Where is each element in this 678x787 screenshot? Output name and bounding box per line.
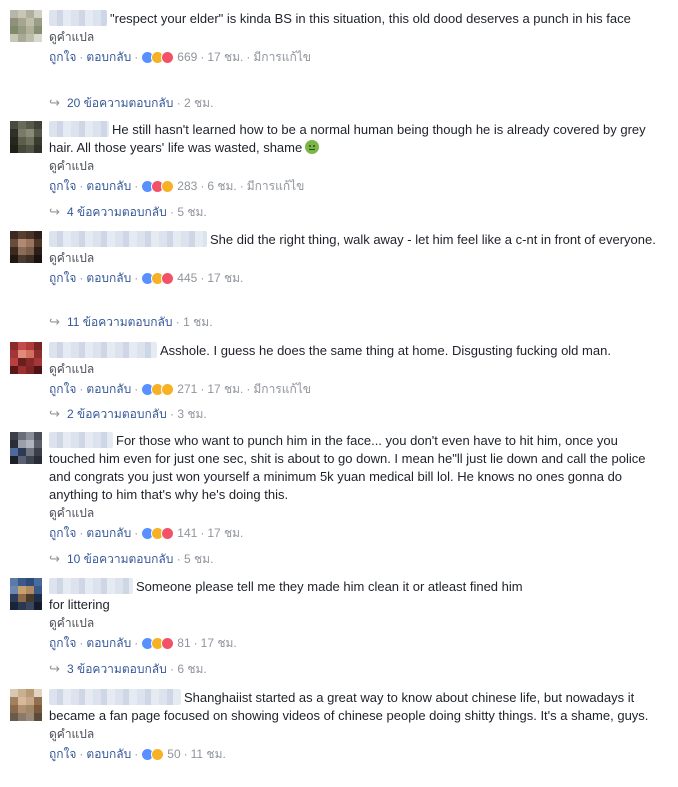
- commenter-name[interactable]: [49, 121, 109, 137]
- edited-label[interactable]: มีการแก้ไข: [253, 382, 311, 396]
- reply-link[interactable]: ตอบกลับ: [86, 50, 131, 64]
- reply-arrow-icon: ↪: [49, 204, 60, 219]
- reactions[interactable]: [141, 527, 175, 541]
- reply-link[interactable]: ตอบกลับ: [86, 179, 131, 193]
- sad-reaction-icon: [161, 180, 175, 193]
- reply-arrow-icon: ↪: [49, 95, 60, 110]
- like-link[interactable]: ถูกใจ: [49, 50, 76, 64]
- avatar[interactable]: [10, 578, 42, 610]
- reactions[interactable]: [141, 383, 175, 397]
- see-translation-link[interactable]: ดูคำแปล: [49, 158, 664, 175]
- see-translation-link[interactable]: ดูคำแปล: [49, 615, 664, 632]
- commenter-name[interactable]: [49, 578, 133, 594]
- timestamp[interactable]: 6 ชม.: [207, 179, 236, 193]
- edited-label[interactable]: มีการแก้ไข: [247, 179, 305, 193]
- reactions[interactable]: [141, 748, 165, 762]
- like-link[interactable]: ถูกใจ: [49, 526, 76, 540]
- wow-reaction-icon: [161, 383, 175, 396]
- commenter-name[interactable]: [49, 689, 181, 705]
- reply-arrow-icon: ↪: [49, 406, 60, 421]
- edited-label[interactable]: มีการแก้ไข: [253, 50, 311, 64]
- like-link[interactable]: ถูกใจ: [49, 747, 76, 761]
- love-reaction-icon: [161, 527, 175, 540]
- commenter-name[interactable]: [49, 342, 157, 358]
- view-replies-link[interactable]: ↪ 2 ข้อความตอบกลับ · 3 ชม.: [49, 405, 207, 424]
- like-link[interactable]: ถูกใจ: [49, 382, 76, 396]
- sick-face-emoji-icon: [305, 140, 320, 154]
- reply-link[interactable]: ตอบกลับ: [86, 271, 131, 285]
- love-reaction-icon: [161, 51, 175, 64]
- avatar[interactable]: [10, 342, 42, 374]
- timestamp[interactable]: 17 ชม.: [207, 271, 243, 285]
- reactions[interactable]: [141, 637, 175, 651]
- reply-link[interactable]: ตอบกลับ: [86, 526, 131, 540]
- view-replies-link[interactable]: ↪ 3 ข้อความตอบกลับ · 6 ชม.: [49, 660, 207, 679]
- like-link[interactable]: ถูกใจ: [49, 271, 76, 285]
- see-translation-link[interactable]: ดูคำแปล: [49, 250, 664, 267]
- comment-text: Someone please tell me they made him cle…: [49, 578, 523, 612]
- avatar[interactable]: [10, 10, 42, 42]
- haha-reaction-icon: [151, 748, 165, 761]
- avatar[interactable]: [10, 231, 42, 263]
- comment-text: "respect your elder" is kinda BS in this…: [49, 10, 664, 28]
- commenter-name[interactable]: [49, 432, 113, 448]
- reply-link[interactable]: ตอบกลับ: [86, 747, 131, 761]
- comment-text: For those who want to punch him in the f…: [49, 432, 646, 502]
- comment-text: Shanghaiist started as a great way to kn…: [49, 689, 649, 723]
- comment-actions: ถูกใจ · ตอบกลับ · 283 · 6 ชม. · มีการแก้ไข: [49, 179, 305, 194]
- like-link[interactable]: ถูกใจ: [49, 179, 76, 193]
- reply-link[interactable]: ตอบกลับ: [86, 382, 131, 396]
- comment-actions: ถูกใจ · ตอบกลับ · 50 · 11 ชม.: [49, 747, 226, 762]
- reaction-count[interactable]: 141: [177, 526, 197, 540]
- view-replies-link[interactable]: ↪ 4 ข้อความตอบกลับ · 5 ชม.: [49, 203, 207, 222]
- reply-arrow-icon: ↪: [49, 551, 60, 566]
- reactions[interactable]: [141, 272, 175, 286]
- timestamp[interactable]: 11 ชม.: [191, 747, 226, 761]
- avatar[interactable]: [10, 432, 42, 464]
- comment-text: She did the right thing, walk away - let…: [49, 231, 664, 249]
- like-link[interactable]: ถูกใจ: [49, 636, 76, 650]
- comment-actions: ถูกใจ · ตอบกลับ · 141 · 17 ชม.: [49, 526, 244, 541]
- reaction-count[interactable]: 669: [177, 50, 197, 64]
- reactions[interactable]: [141, 51, 175, 65]
- see-translation-link[interactable]: ดูคำแปล: [49, 361, 664, 378]
- reply-arrow-icon: ↪: [49, 314, 60, 329]
- reactions[interactable]: [141, 180, 175, 194]
- reaction-count[interactable]: 445: [177, 271, 197, 285]
- view-replies-link[interactable]: ↪ 10 ข้อความตอบกลับ · 5 ชม.: [49, 550, 213, 569]
- comment-actions: ถูกใจ · ตอบกลับ · 271 · 17 ชม. · มีการแก้ไข: [49, 382, 311, 397]
- see-translation-link[interactable]: ดูคำแปล: [49, 726, 664, 743]
- reply-link[interactable]: ตอบกลับ: [86, 636, 131, 650]
- timestamp[interactable]: 17 ชม.: [207, 526, 243, 540]
- comment-actions: ถูกใจ · ตอบกลับ · 445 · 17 ชม.: [49, 271, 244, 286]
- comment-thread: "respect your elder" is kinda BS in this…: [0, 0, 678, 787]
- view-replies-link[interactable]: ↪ 20 ข้อความตอบกลับ · 2 ชม.: [49, 94, 213, 113]
- love-reaction-icon: [161, 637, 175, 650]
- comment-text: He still hasn't learned how to be a norm…: [49, 121, 646, 155]
- timestamp[interactable]: 17 ชม.: [201, 636, 237, 650]
- comment-actions: ถูกใจ · ตอบกลับ · 669 · 17 ชม. · มีการแก้ไข: [49, 50, 311, 65]
- comment-actions: ถูกใจ · ตอบกลับ · 81 · 17 ชม.: [49, 636, 237, 651]
- comment-text: Asshole. I guess he does the same thing …: [49, 342, 664, 360]
- timestamp[interactable]: 17 ชม.: [207, 50, 243, 64]
- view-replies-link[interactable]: ↪ 11 ข้อความตอบกลับ · 1 ชม.: [49, 313, 213, 332]
- reaction-count[interactable]: 81: [177, 636, 190, 650]
- commenter-name[interactable]: [49, 10, 107, 26]
- reply-arrow-icon: ↪: [49, 661, 60, 676]
- see-translation-link[interactable]: ดูคำแปล: [49, 505, 664, 522]
- commenter-name[interactable]: [49, 231, 207, 247]
- see-translation-link[interactable]: ดูคำแปล: [49, 29, 664, 46]
- reaction-count[interactable]: 271: [177, 382, 197, 396]
- avatar[interactable]: [10, 121, 42, 153]
- avatar[interactable]: [10, 689, 42, 721]
- reaction-count[interactable]: 283: [177, 179, 197, 193]
- timestamp[interactable]: 17 ชม.: [207, 382, 243, 396]
- love-reaction-icon: [161, 272, 175, 285]
- reaction-count[interactable]: 50: [167, 747, 180, 761]
